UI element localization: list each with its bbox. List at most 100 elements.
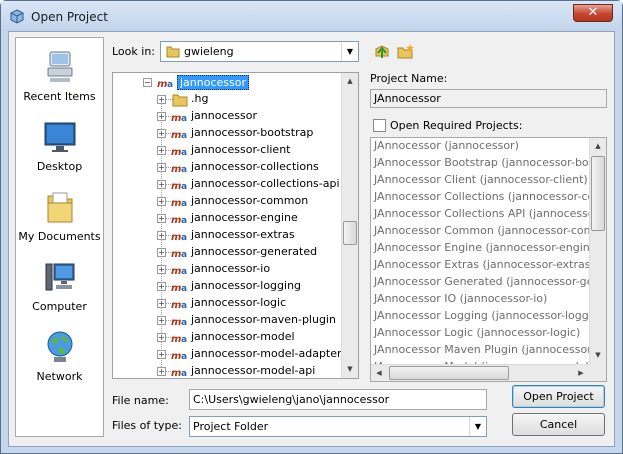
file-type-combo[interactable]: Project Folder ▼ bbox=[189, 416, 487, 437]
expand-icon[interactable]: + bbox=[157, 112, 166, 121]
required-project-item[interactable]: JAnnocessor Logic (jannocessor-logic) bbox=[374, 326, 580, 343]
open-required-checkbox[interactable] bbox=[373, 119, 386, 132]
place-my-documents[interactable]: My Documents bbox=[16, 186, 103, 254]
scroll-up-icon[interactable]: ▲ bbox=[590, 138, 606, 155]
svg-text:a: a bbox=[181, 335, 187, 344]
expand-icon[interactable]: + bbox=[157, 129, 166, 138]
required-project-item[interactable]: JAnnocessor Logging (jannocessor-logging… bbox=[374, 309, 606, 326]
expand-icon[interactable]: + bbox=[157, 350, 166, 359]
required-project-item[interactable]: JAnnocessor Extras (jannocessor-extras) bbox=[374, 258, 595, 275]
tree-item[interactable]: + .hg bbox=[113, 91, 343, 108]
tree-item[interactable]: + m a jannocessor-collections bbox=[113, 159, 343, 176]
required-project-item[interactable]: JAnnocessor IO (jannocessor-io) bbox=[374, 292, 547, 309]
tree-item[interactable]: + m a jannocessor-model bbox=[113, 329, 343, 346]
required-project-item[interactable]: JAnnocessor Maven Plugin (jannocessor-ma… bbox=[374, 343, 606, 360]
new-folder-icon[interactable] bbox=[396, 42, 416, 62]
required-project-item[interactable]: JAnnocessor Engine (jannocessor-engine) bbox=[374, 241, 601, 258]
expand-icon[interactable]: + bbox=[157, 214, 166, 223]
required-project-item[interactable]: JAnnocessor Common (jannocessor-common) bbox=[374, 224, 606, 241]
svg-text:m: m bbox=[171, 113, 181, 123]
look-in-label: Look in: bbox=[112, 45, 155, 58]
tree-item[interactable]: + m a jannocessor-model-api bbox=[113, 363, 343, 378]
scroll-down-icon[interactable]: ▼ bbox=[342, 361, 358, 378]
expand-icon[interactable]: + bbox=[157, 146, 166, 155]
tree-item[interactable]: + m a jannocessor bbox=[113, 108, 343, 125]
expand-icon[interactable]: + bbox=[157, 180, 166, 189]
maven-project-icon: ma bbox=[171, 368, 187, 378]
tree-item-label: jannocessor-model-adapter bbox=[191, 347, 342, 360]
my-documents-icon bbox=[47, 192, 73, 223]
chevron-down-icon[interactable]: ▼ bbox=[469, 417, 486, 436]
place-network[interactable]: Network bbox=[16, 326, 103, 394]
file-name-input[interactable]: C:\Users\gwieleng\jano\jannocessor bbox=[189, 389, 487, 410]
place-computer[interactable]: Computer bbox=[16, 256, 103, 324]
tree-item[interactable]: + m a jannocessor-generated bbox=[113, 244, 343, 261]
tree-item[interactable]: + m a jannocessor-common bbox=[113, 193, 343, 210]
expand-icon[interactable]: + bbox=[157, 197, 166, 206]
required-project-item[interactable]: JAnnocessor Bootstrap (jannocessor-boots… bbox=[374, 156, 606, 173]
expand-icon[interactable]: + bbox=[157, 299, 166, 308]
expand-icon[interactable]: + bbox=[157, 282, 166, 291]
open-project-button[interactable]: Open Project bbox=[512, 385, 605, 408]
scroll-left-icon[interactable]: ◀ bbox=[371, 365, 387, 381]
scroll-down-icon[interactable]: ▼ bbox=[590, 347, 606, 364]
tree-item[interactable]: + m a jannocessor-logging bbox=[113, 278, 343, 295]
expand-icon[interactable]: + bbox=[157, 95, 166, 104]
scroll-right-icon[interactable]: ▶ bbox=[573, 365, 589, 381]
required-horizontal-scrollbar[interactable]: ◀ ▶ bbox=[371, 364, 589, 381]
expand-icon[interactable]: + bbox=[157, 316, 166, 325]
scroll-up-icon[interactable]: ▲ bbox=[342, 73, 358, 90]
scroll-thumb[interactable] bbox=[591, 156, 605, 231]
computer-icon bbox=[45, 263, 75, 291]
close-button[interactable]: ✕ bbox=[573, 4, 613, 22]
tree-item[interactable]: + m a jannocessor-logic bbox=[113, 295, 343, 312]
required-projects-list[interactable]: JAnnocessor (jannocessor) JAnnocessor Boo… bbox=[370, 137, 607, 382]
tree-root-label: jannocessor bbox=[177, 75, 249, 90]
tree-item[interactable]: + m a jannocessor-collections-api bbox=[113, 176, 343, 193]
expand-icon[interactable]: + bbox=[157, 265, 166, 274]
required-project-item[interactable]: JAnnocessor (jannocessor) bbox=[374, 139, 519, 156]
tree-item[interactable]: + m a jannocessor-model-adapter bbox=[113, 346, 343, 363]
svg-text:m: m bbox=[171, 198, 181, 208]
scroll-thumb[interactable] bbox=[343, 221, 357, 245]
title-bar[interactable]: Open Project ✕ bbox=[1, 1, 622, 31]
file-name-value: C:\Users\gwieleng\jano\jannocessor bbox=[193, 393, 390, 406]
required-project-item[interactable]: JAnnocessor Collections API (jannocessor… bbox=[374, 207, 606, 224]
expand-icon[interactable]: + bbox=[157, 333, 166, 342]
svg-text:m: m bbox=[171, 147, 181, 157]
maven-project-icon: ma bbox=[171, 147, 187, 157]
look-in-combo[interactable]: gwieleng ▼ bbox=[160, 41, 359, 62]
expand-icon[interactable]: + bbox=[157, 163, 166, 172]
svg-text:m: m bbox=[171, 266, 181, 276]
tree-vertical-scrollbar[interactable]: ▲ ▼ bbox=[341, 73, 358, 378]
expand-icon[interactable]: + bbox=[157, 367, 166, 376]
required-project-item[interactable]: JAnnocessor Generated (jannocessor-gener… bbox=[374, 275, 606, 292]
collapse-icon[interactable]: − bbox=[143, 78, 152, 87]
tree-root[interactable]: − m a jannocessor bbox=[113, 74, 343, 91]
cancel-button[interactable]: Cancel bbox=[512, 413, 605, 436]
tree-item[interactable]: + m a jannocessor-io bbox=[113, 261, 343, 278]
project-name-label: Project Name: bbox=[370, 72, 448, 85]
scroll-thumb[interactable] bbox=[389, 366, 509, 380]
places-sidebar: Recent Items Desktop My Documents Comput… bbox=[15, 37, 104, 437]
tree-item[interactable]: + m a jannocessor-extras bbox=[113, 227, 343, 244]
tree-item[interactable]: + m a jannocessor-client bbox=[113, 142, 343, 159]
tree-item[interactable]: + m a jannocessor-bootstrap bbox=[113, 125, 343, 142]
look-in-value: gwieleng bbox=[184, 45, 234, 58]
expand-icon[interactable]: + bbox=[157, 248, 166, 257]
tree-item-label: jannocessor-client bbox=[191, 143, 291, 156]
tree-item[interactable]: + m a jannocessor-maven-plugin bbox=[113, 312, 343, 329]
required-vertical-scrollbar[interactable]: ▲ ▼ bbox=[589, 138, 606, 364]
folder-icon bbox=[172, 94, 188, 107]
required-project-item[interactable]: JAnnocessor Client (jannocessor-client) bbox=[374, 173, 588, 190]
chevron-down-icon[interactable]: ▼ bbox=[341, 42, 358, 61]
svg-text:m: m bbox=[171, 334, 181, 344]
folder-tree[interactable]: − m a jannocessor + .hg + m a jannocessor + m a j… bbox=[112, 72, 359, 379]
tree-item[interactable]: + m a jannocessor-engine bbox=[113, 210, 343, 227]
place-desktop[interactable]: Desktop bbox=[16, 116, 103, 184]
place-recent-items[interactable]: Recent Items bbox=[16, 46, 103, 114]
expand-icon[interactable]: + bbox=[157, 231, 166, 240]
svg-text:m: m bbox=[171, 351, 181, 361]
required-project-item[interactable]: JAnnocessor Collections (jannocessor-col… bbox=[374, 190, 606, 207]
up-one-level-icon[interactable] bbox=[372, 42, 392, 62]
